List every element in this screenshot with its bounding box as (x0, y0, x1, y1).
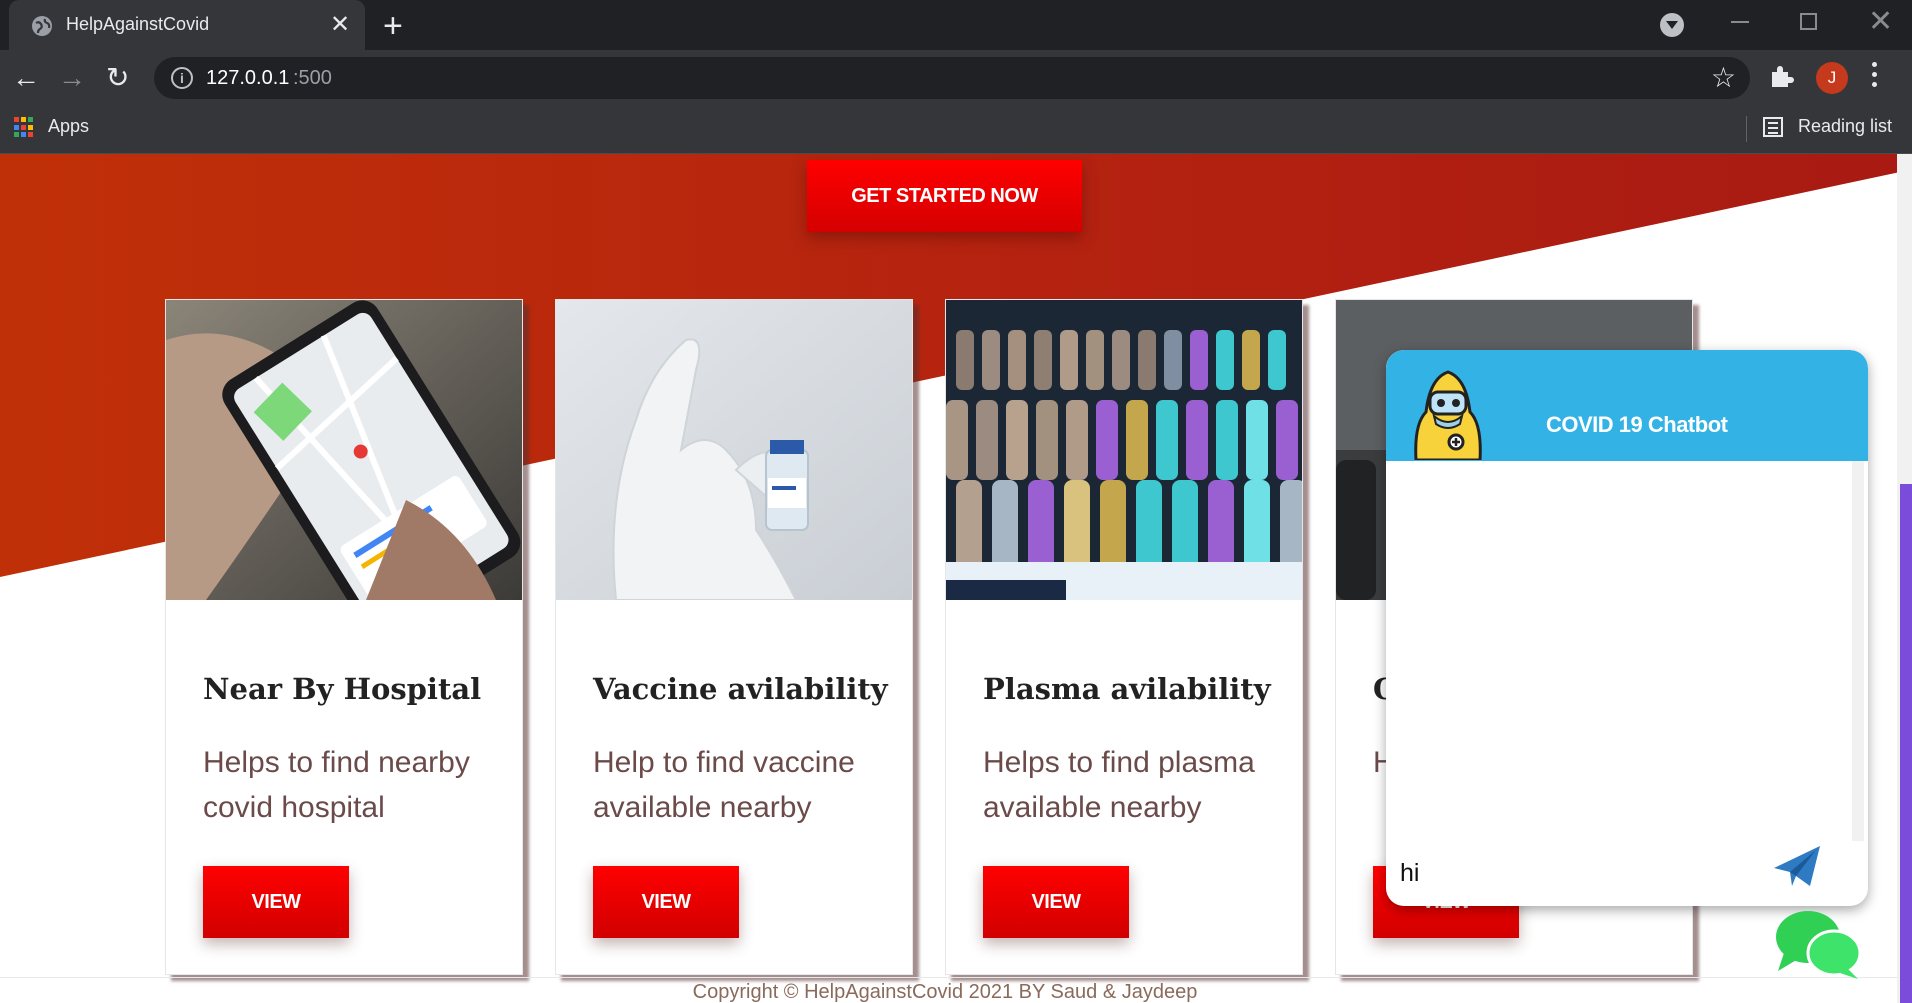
footer-divider (0, 977, 1897, 978)
footer-copyright: Copyright © HelpAgainstCovid 2021 BY Sau… (692, 981, 1198, 1003)
card-description: Helps to find plasma available nearby (983, 746, 1255, 824)
close-tab-icon[interactable]: ✕ (330, 10, 350, 40)
chat-scrollbar[interactable] (1852, 461, 1864, 841)
service-card-plasma: Plasma avilability Helps to find plasma … (945, 299, 1303, 975)
send-paper-plane-icon[interactable] (1772, 842, 1822, 890)
chatbot-window: COVID 19 Chatbot (1386, 350, 1868, 906)
tab-search-icon[interactable] (1660, 13, 1684, 37)
browser-tab-bar: HelpAgainstCovid ✕ + ✕ (0, 0, 1912, 50)
restore-button[interactable] (1800, 13, 1817, 30)
card-description: Helps to find nearby covid hospital (203, 746, 470, 824)
url-port: :500 (293, 67, 332, 89)
tab-title: HelpAgainstCovid (66, 14, 210, 34)
card-title: Plasma avilability (983, 672, 1271, 706)
bookmark-star-icon[interactable]: ☆ (1711, 61, 1736, 95)
back-arrow-icon[interactable]: ← (12, 61, 40, 95)
chatbot-title: COVID 19 Chatbot (1546, 412, 1728, 437)
globe-icon (32, 16, 52, 36)
browser-menu-icon[interactable] (1872, 62, 1877, 92)
card-title: Vaccine avilability (593, 672, 888, 706)
chat-message-input[interactable] (1398, 854, 1762, 892)
phone-map-image (166, 300, 522, 600)
apps-bookmark[interactable]: Apps (48, 116, 89, 137)
minimize-button[interactable] (1731, 21, 1749, 23)
site-info-icon[interactable]: i (171, 67, 193, 89)
extensions-puzzle-icon[interactable] (1769, 63, 1795, 89)
browser-tab[interactable]: HelpAgainstCovid ✕ (9, 0, 365, 50)
page-scrollbar-thumb[interactable] (1900, 484, 1912, 1003)
service-card-hospital: Near By Hospital Helps to find nearby co… (165, 299, 523, 975)
view-button[interactable]: VIEW (593, 866, 739, 938)
card-description: Help to find vaccine available nearby (593, 746, 855, 824)
view-button[interactable]: VIEW (983, 866, 1129, 938)
chatbot-header: COVID 19 Chatbot (1386, 350, 1868, 461)
window-close-button[interactable]: ✕ (1868, 2, 1893, 42)
view-button[interactable]: VIEW (203, 866, 349, 938)
get-started-button[interactable]: GET STARTED NOW (807, 160, 1082, 232)
forward-arrow-icon[interactable]: → (58, 61, 86, 95)
plasma-tubes-image (946, 300, 1302, 600)
bookmark-divider (1746, 116, 1747, 142)
reload-icon[interactable]: ↻ (106, 61, 129, 95)
reading-list-button[interactable]: Reading list (1798, 116, 1892, 137)
card-title: Near By Hospital (203, 672, 482, 706)
page-viewport: GET STARTED NOW Near By Hospital Helps t… (0, 154, 1912, 1003)
reading-list-icon[interactable] (1763, 117, 1783, 137)
chat-bubbles-icon[interactable] (1774, 909, 1862, 979)
bookmarks-bar: Apps Reading list (0, 108, 1912, 154)
address-bar[interactable]: i 127.0.0.1 :500 ☆ (154, 57, 1750, 99)
new-tab-button[interactable]: + (383, 6, 403, 46)
service-card-vaccine: Vaccine avilability Help to find vaccine… (555, 299, 913, 975)
apps-grid-icon[interactable] (14, 117, 35, 138)
vaccine-vial-image (556, 300, 912, 600)
hazmat-doctor-icon (1414, 370, 1482, 460)
url-host: 127.0.0.1 (206, 67, 290, 89)
browser-toolbar: ← → ↻ i 127.0.0.1 :500 ☆ J (0, 50, 1912, 108)
profile-avatar[interactable]: J (1816, 62, 1848, 94)
